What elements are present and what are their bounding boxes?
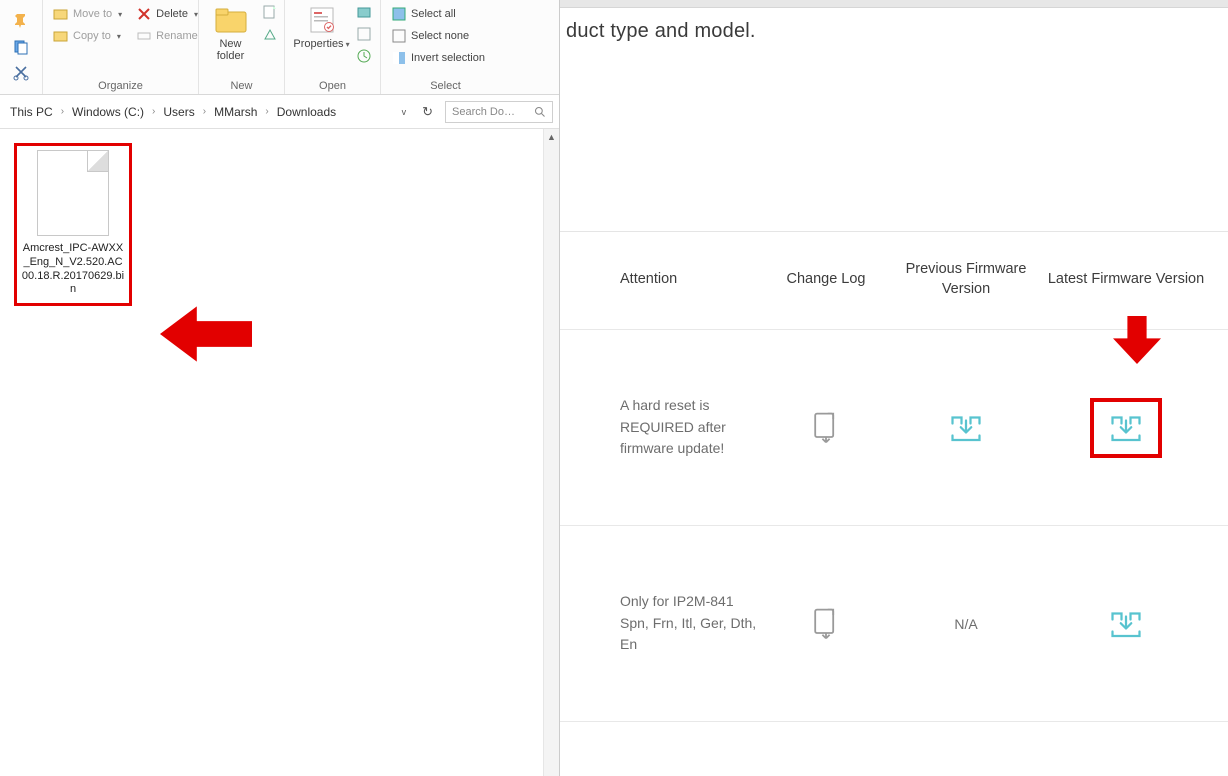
change-log-icon[interactable] xyxy=(808,606,844,642)
file-explorer-window: Move to Copy to Delete Rename xyxy=(0,0,560,776)
ribbon-group-select: Select all Select none Invert selection … xyxy=(380,0,510,94)
search-placeholder: Search Do… xyxy=(452,106,515,118)
open-icon[interactable] xyxy=(356,4,372,20)
organize-group-label: Organize xyxy=(49,78,192,92)
cut-icon[interactable] xyxy=(13,65,29,81)
table-row: Only for IP2M-841 Spn, Frn, Itl, Ger, Dt… xyxy=(560,526,1228,722)
col-attention: Attention xyxy=(620,270,766,290)
attention-line1: Only for IP2M-841 xyxy=(620,593,734,609)
move-to-label: Move to xyxy=(73,8,112,20)
annotation-arrow-left xyxy=(160,304,252,364)
firmware-table: Attention Change Log Previous Firmware V… xyxy=(560,231,1228,722)
select-all-button[interactable]: Select all xyxy=(387,4,489,24)
file-name: Amcrest_IPC-AWXX_Eng_N_V2.520.AC00.18.R.… xyxy=(21,242,125,297)
file-icon xyxy=(37,150,109,236)
file-item[interactable]: Amcrest_IPC-AWXX_Eng_N_V2.520.AC00.18.R.… xyxy=(14,143,132,306)
crumb-drive[interactable]: Windows (C:) xyxy=(68,105,148,119)
select-none-label: Select none xyxy=(411,30,469,42)
ribbon-quick-strip xyxy=(0,0,42,94)
invert-selection-button[interactable]: Invert selection xyxy=(387,48,489,68)
attention-text: A hard reset is REQUIRED after firmware … xyxy=(620,395,766,460)
attention-text: Only for IP2M-841 Spn, Frn, Itl, Ger, Dt… xyxy=(620,591,766,656)
new-group-label: New xyxy=(205,78,278,92)
new-folder-button[interactable]: New folder xyxy=(205,4,256,62)
breadcrumb[interactable]: This PC› Windows (C:)› Users› MMarsh› Do… xyxy=(6,105,340,119)
new-item-icon[interactable] xyxy=(262,4,278,20)
page-title: duct type and model. xyxy=(560,8,1228,43)
latest-firmware-download-button[interactable] xyxy=(1108,606,1144,642)
browser-chrome-sliver xyxy=(560,0,1228,8)
rename-label: Rename xyxy=(156,30,198,42)
refresh-icon[interactable]: ↻ xyxy=(416,104,439,120)
copy-to-label: Copy to xyxy=(73,30,111,42)
pin-icon[interactable] xyxy=(13,13,29,29)
ribbon: Move to Copy to Delete Rename xyxy=(0,0,559,95)
ribbon-group-open: Properties Open xyxy=(284,0,380,94)
address-bar: This PC› Windows (C:)› Users› MMarsh› Do… xyxy=(0,95,559,129)
delete-label: Delete xyxy=(156,8,188,20)
properties-label: Properties xyxy=(293,38,349,50)
properties-button[interactable]: Properties xyxy=(294,4,350,50)
easy-access-icon[interactable] xyxy=(262,26,278,42)
scroll-up-icon[interactable]: ▲ xyxy=(544,129,559,145)
web-panel: duct type and model. Attention Change Lo… xyxy=(560,0,1228,776)
copy-to-button[interactable]: Copy to xyxy=(49,26,126,46)
history-icon[interactable] xyxy=(356,48,372,64)
address-dropdown-icon[interactable]: v xyxy=(398,107,411,117)
file-list-area[interactable]: Amcrest_IPC-AWXX_Eng_N_V2.520.AC00.18.R.… xyxy=(0,129,559,320)
col-previous: Previous Firmware Version xyxy=(886,260,1046,299)
delete-button[interactable]: Delete xyxy=(132,4,202,24)
invert-selection-label: Invert selection xyxy=(411,52,485,64)
latest-firmware-download-button[interactable] xyxy=(1090,398,1162,458)
crumb-this-pc[interactable]: This PC xyxy=(6,105,57,119)
rename-button[interactable]: Rename xyxy=(132,26,202,46)
copy-icon[interactable] xyxy=(13,39,29,55)
vertical-scrollbar[interactable]: ▲ xyxy=(543,129,559,776)
previous-firmware-na: N/A xyxy=(886,616,1046,632)
ribbon-group-organize: Move to Copy to Delete Rename xyxy=(42,0,198,94)
select-group-label: Select xyxy=(387,78,504,92)
open-group-label: Open xyxy=(291,78,374,92)
search-input[interactable]: Search Do… xyxy=(445,101,553,123)
previous-firmware-download-button[interactable] xyxy=(948,410,984,446)
attention-line2: Spn, Frn, Itl, Ger, Dth, En xyxy=(620,615,756,653)
move-to-button[interactable]: Move to xyxy=(49,4,126,24)
new-folder-label: New folder xyxy=(205,38,256,62)
col-change-log: Change Log xyxy=(766,270,886,290)
new-folder-icon xyxy=(215,4,247,36)
search-icon xyxy=(534,106,546,118)
edit-icon[interactable] xyxy=(356,26,372,42)
ribbon-group-new: New folder New xyxy=(198,0,284,94)
change-log-icon[interactable] xyxy=(808,410,844,446)
crumb-users[interactable]: Users xyxy=(159,105,198,119)
col-latest: Latest Firmware Version xyxy=(1046,270,1206,290)
properties-icon xyxy=(306,4,338,36)
crumb-user[interactable]: MMarsh xyxy=(210,105,261,119)
annotation-arrow-down xyxy=(1112,316,1162,364)
select-all-label: Select all xyxy=(411,8,456,20)
select-none-button[interactable]: Select none xyxy=(387,26,489,46)
crumb-downloads[interactable]: Downloads xyxy=(273,105,340,119)
